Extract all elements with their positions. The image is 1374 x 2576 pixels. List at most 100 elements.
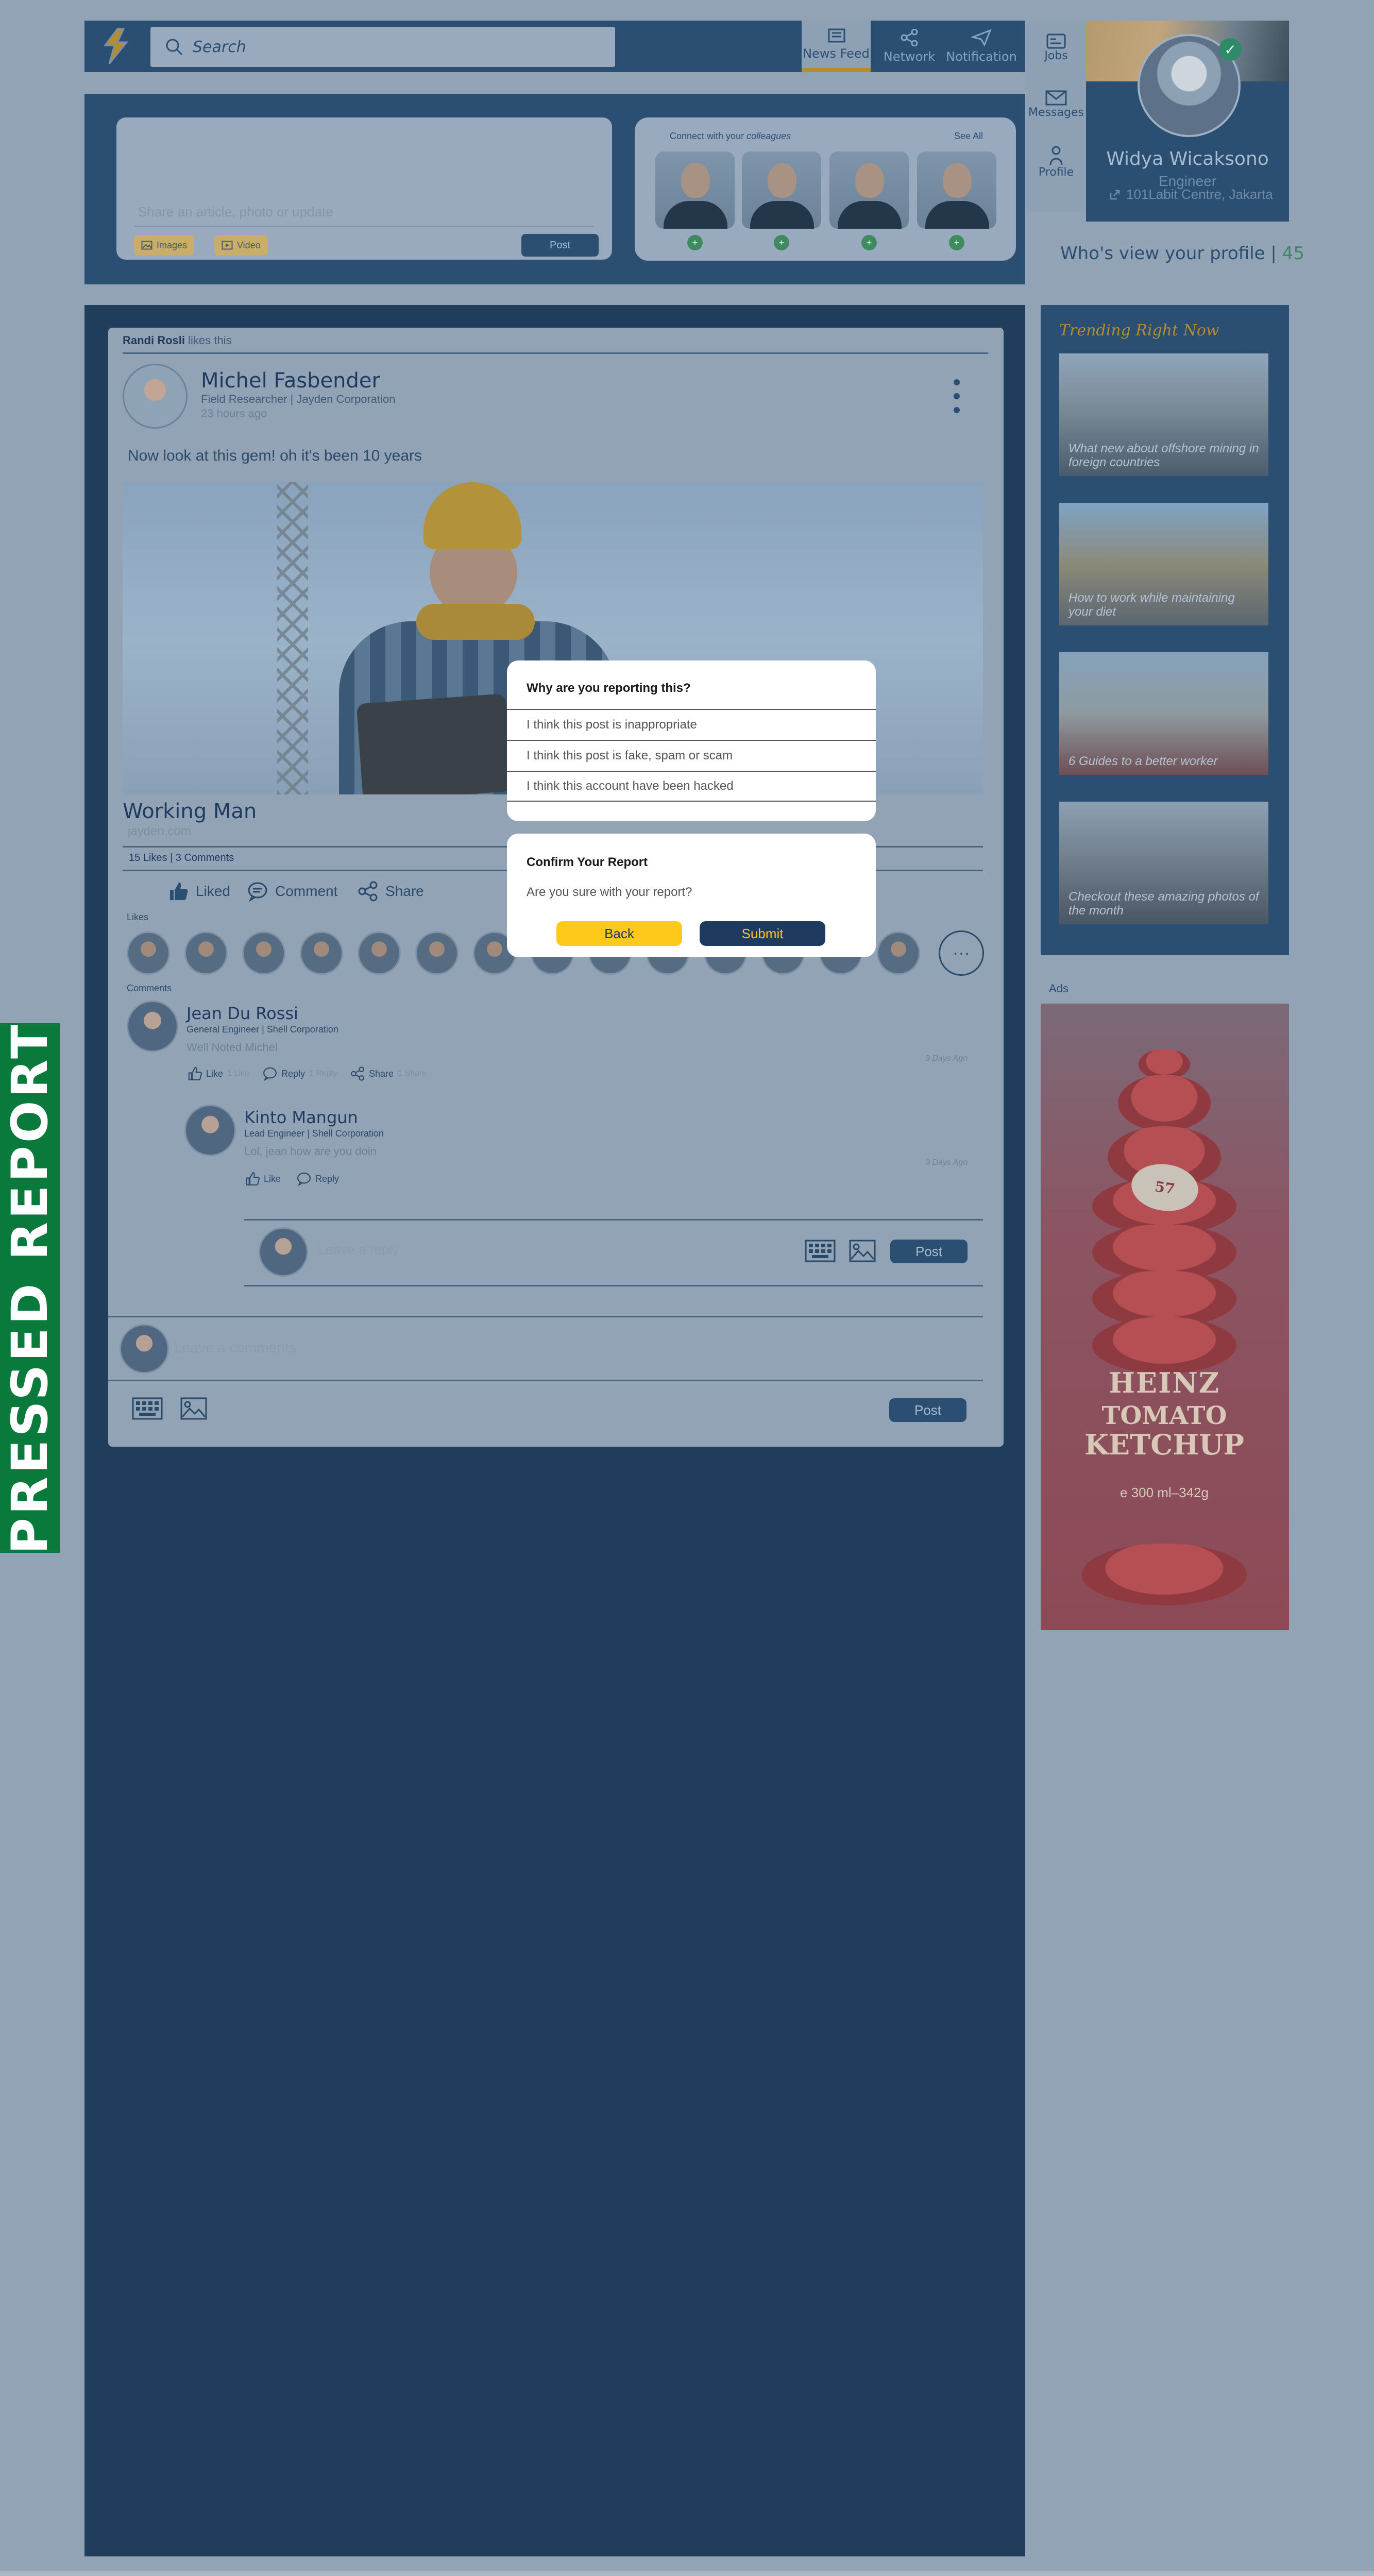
- side-nav-messages[interactable]: Messages: [1026, 90, 1086, 119]
- nav-notification[interactable]: Notification: [945, 21, 1018, 72]
- comment-button[interactable]: Comment: [247, 881, 337, 902]
- author-avatar[interactable]: [123, 364, 188, 429]
- add-colleague-icon[interactable]: +: [949, 235, 964, 250]
- attach-image-icon[interactable]: [849, 1240, 876, 1265]
- thumbs-up-icon: [170, 883, 188, 900]
- side-nav-jobs-label: Jobs: [1044, 49, 1068, 62]
- report-reason-option[interactable]: I think this post is inappropriate: [507, 709, 876, 740]
- search-input[interactable]: Search: [150, 27, 615, 67]
- nav-news-feed[interactable]: News Feed: [802, 21, 871, 72]
- add-colleague-icon[interactable]: +: [687, 235, 703, 250]
- liker-avatar[interactable]: [415, 931, 459, 975]
- author-name[interactable]: Michel Fasbender: [201, 369, 380, 393]
- connect-title: Connect with your colleagues: [670, 131, 791, 142]
- profile-card[interactable]: ✓ Widya Wicaksono Engineer 101Labit Cent…: [1086, 21, 1289, 222]
- comment-input[interactable]: Leave a comments: [174, 1340, 296, 1356]
- add-colleague-icon[interactable]: +: [861, 235, 877, 250]
- trending-caption: 6 Guides to a better worker: [1068, 754, 1218, 769]
- back-button[interactable]: Back: [556, 921, 682, 946]
- liker-avatar[interactable]: [877, 931, 920, 975]
- commenter-avatar[interactable]: [184, 1105, 236, 1156]
- divider: [108, 1380, 983, 1381]
- profile-views[interactable]: Who's view your profile | 45: [1060, 243, 1304, 264]
- trending-item[interactable]: What new about offshore mining in foreig…: [1059, 353, 1268, 476]
- liker-avatar[interactable]: [127, 931, 170, 975]
- trending-item[interactable]: 6 Guides to a better worker: [1059, 652, 1268, 775]
- profile-name: Widya Wicaksono: [1106, 148, 1269, 170]
- share-button[interactable]: Share: [358, 881, 424, 902]
- report-reason-option[interactable]: I think this account have been hacked: [507, 771, 876, 802]
- post-stats[interactable]: 15 Likes | 3 Comments: [129, 852, 234, 864]
- comment-like-count: 1 Like: [227, 1069, 249, 1078]
- comment-reply-label: Reply: [315, 1173, 340, 1184]
- colleague-card[interactable]: [655, 151, 735, 229]
- liker-avatar[interactable]: [358, 931, 401, 975]
- colleague-card[interactable]: [917, 151, 996, 229]
- submit-button[interactable]: Submit: [700, 921, 825, 946]
- trending-item[interactable]: Checkout these amazing photos of the mon…: [1059, 802, 1268, 924]
- trending-item[interactable]: How to work while maintaining your diet: [1059, 503, 1268, 625]
- liker-avatar[interactable]: [242, 931, 285, 975]
- post-composer[interactable]: Share an article, photo or update Images…: [116, 117, 612, 260]
- trending-title: Trending Right Now: [1059, 321, 1219, 340]
- paper-plane-icon: [971, 29, 992, 46]
- keyboard-icon[interactable]: [805, 1240, 836, 1265]
- comment-like-button[interactable]: Like: [245, 1172, 281, 1186]
- colleague-card[interactable]: [829, 151, 909, 229]
- see-all-link[interactable]: See All: [954, 131, 983, 142]
- link-title[interactable]: Working Man: [123, 800, 257, 823]
- ad-product-line2: KETCHUP: [1084, 1428, 1244, 1461]
- tomato-stack-graphic: [1082, 1049, 1247, 1605]
- share-icon: [358, 881, 378, 902]
- reply-input[interactable]: Leave a reply: [318, 1242, 399, 1258]
- report-reason-option[interactable]: I think this post is fake, spam or scam: [507, 740, 876, 771]
- comment-icon: [297, 1172, 311, 1186]
- connect-title-prefix: Connect with your: [670, 131, 744, 141]
- add-colleague-icon[interactable]: +: [774, 235, 789, 250]
- keyboard-icon[interactable]: [132, 1397, 163, 1422]
- more-options-icon[interactable]: [953, 379, 960, 413]
- divider: [108, 1316, 983, 1317]
- profile-location-text: 101Labit Centre, Jakarta: [1126, 187, 1273, 202]
- comment-label: Comment: [275, 883, 338, 899]
- divider: [244, 1285, 983, 1286]
- add-video-button[interactable]: Video: [214, 235, 268, 256]
- composer-post-button[interactable]: Post: [521, 234, 599, 257]
- comment-post-button[interactable]: Post: [889, 1398, 966, 1422]
- app-logo-icon[interactable]: [98, 27, 134, 66]
- earmuff-graphic: [416, 604, 535, 640]
- comment-reply-count: 1 Reply: [309, 1069, 337, 1078]
- side-nav-jobs[interactable]: Jobs: [1026, 33, 1086, 62]
- my-avatar: [120, 1324, 169, 1374]
- ads-panel[interactable]: Ads 57 HEINZ TOMATO KETCHUP e 300 ml–342…: [1041, 977, 1289, 1630]
- liker-avatar[interactable]: [184, 931, 228, 975]
- author-role: Field Researcher | Jayden Corporation: [201, 393, 396, 405]
- comment-share-button[interactable]: Share 1 Share: [350, 1066, 427, 1081]
- comments-section-label: Comments: [127, 983, 172, 993]
- commenter-avatar[interactable]: [127, 1001, 178, 1052]
- nav-network[interactable]: Network: [876, 21, 943, 72]
- comment-like-button[interactable]: Like 1 Like: [188, 1066, 249, 1081]
- more-likers-button[interactable]: ···: [939, 930, 984, 976]
- comment-reply-button[interactable]: Reply: [297, 1172, 339, 1186]
- composer-input[interactable]: Share an article, photo or update: [138, 204, 333, 220]
- page-bottom-edge: [0, 2571, 1374, 2576]
- liker-name[interactable]: Randi Rosli: [123, 334, 185, 347]
- colleague-card[interactable]: [742, 151, 821, 229]
- share-icon: [351, 1066, 364, 1081]
- commenter-name[interactable]: Jean Du Rossi: [186, 1004, 298, 1023]
- likes-section-label: Likes: [127, 912, 149, 922]
- attach-image-icon[interactable]: [180, 1397, 207, 1422]
- side-nav-profile[interactable]: Profile: [1026, 145, 1086, 179]
- comment-reply-button[interactable]: Reply 1 Reply: [263, 1066, 337, 1081]
- profile-views-count: 45: [1282, 243, 1304, 264]
- trending-caption: What new about offshore mining in foreig…: [1068, 441, 1259, 470]
- verified-check-icon: ✓: [1219, 38, 1242, 61]
- confirm-report-modal: Confirm Your Report Are you sure with yo…: [507, 834, 876, 957]
- liker-avatar[interactable]: [300, 931, 343, 975]
- trending-caption: How to work while maintaining your diet: [1068, 590, 1235, 619]
- like-button[interactable]: Liked: [168, 881, 230, 902]
- reply-post-button[interactable]: Post: [890, 1240, 968, 1263]
- commenter-name[interactable]: Kinto Mangun: [244, 1108, 358, 1127]
- add-images-button[interactable]: Images: [134, 235, 195, 256]
